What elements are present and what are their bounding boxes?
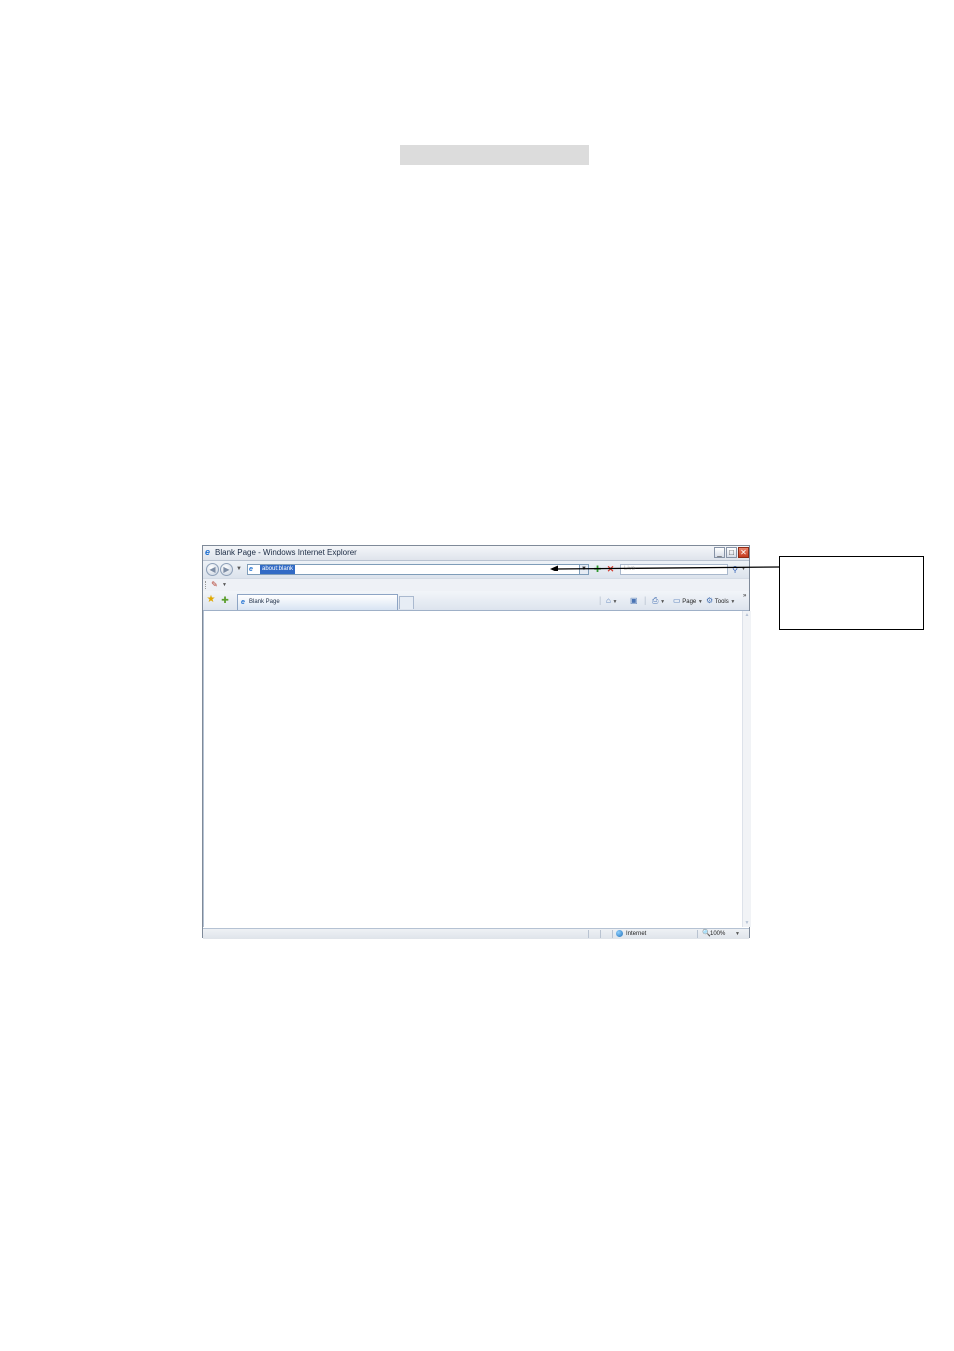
title-bar: e Blank Page - Windows Internet Explorer…: [203, 546, 749, 561]
page-content-area[interactable]: [203, 611, 742, 927]
page-menu-button[interactable]: ▭ Page ▼: [673, 595, 703, 608]
header-bar: [400, 145, 589, 165]
forward-button[interactable]: ▶: [220, 563, 233, 576]
more-commands-icon[interactable]: »: [743, 591, 746, 602]
maximize-icon[interactable]: □: [726, 547, 737, 558]
toolbar-separator: |: [599, 595, 602, 605]
add-favorites-icon[interactable]: ✚: [220, 595, 230, 605]
page-icon: ▭: [673, 596, 681, 605]
toolbar-separator: |: [644, 595, 647, 605]
status-panel-divider: [697, 930, 698, 938]
callout-box: [779, 556, 924, 630]
window-title: Blank Page - Windows Internet Explorer: [215, 548, 357, 557]
status-panel-divider: [588, 930, 589, 938]
page-menu-dropdown-icon: ▼: [697, 599, 703, 605]
zoom-level[interactable]: 100%: [710, 929, 725, 939]
feeds-icon: ▣: [630, 596, 638, 605]
print-icon: ⎙: [652, 596, 659, 605]
favorites-star-icon[interactable]: ★: [206, 595, 216, 605]
tools-menu-dropdown-icon: ▼: [730, 599, 736, 605]
status-panel-divider: [612, 930, 613, 938]
new-tab-button[interactable]: [399, 596, 414, 609]
toolbar-grip[interactable]: [205, 581, 208, 589]
addon-dropdown-icon[interactable]: ▼: [222, 582, 227, 588]
scroll-down-icon[interactable]: ▼: [743, 919, 751, 927]
gear-icon: ⚙: [706, 596, 714, 605]
address-bar[interactable]: e about:blank: [247, 564, 589, 575]
minimize-icon[interactable]: _: [714, 547, 725, 558]
print-button[interactable]: ⎙ ▼: [652, 595, 665, 608]
close-icon[interactable]: ✕: [738, 547, 749, 558]
tools-menu-button[interactable]: ⚙ Tools ▼: [706, 595, 735, 608]
page-menu-label: Page: [682, 599, 697, 605]
tab-page-icon: e: [241, 599, 245, 606]
internet-zone-icon: [616, 930, 623, 937]
ie-logo-icon: e: [205, 547, 211, 557]
addon-icon[interactable]: ✎: [210, 580, 219, 589]
page-icon: e: [249, 566, 253, 573]
feeds-button[interactable]: ▣: [630, 595, 638, 608]
back-button[interactable]: ◀: [206, 563, 219, 576]
address-input[interactable]: about:blank: [260, 565, 296, 574]
recent-pages-dropdown-icon[interactable]: ▼: [236, 566, 242, 572]
home-dropdown-icon[interactable]: ▼: [613, 599, 618, 605]
tab-bar: ★ ✚ e Blank Page | ⌂ ▼ ▣ | ⎙ ▼ ▭ Page ▼ …: [203, 591, 749, 611]
status-bar: Internet 🔍 100% ▼: [203, 928, 749, 939]
callout-arrow: [550, 565, 779, 571]
ie-window: e Blank Page - Windows Internet Explorer…: [202, 545, 751, 939]
scroll-up-icon[interactable]: ▲: [743, 611, 751, 619]
print-dropdown-icon[interactable]: ▼: [660, 599, 665, 605]
tab-label: Blank Page: [249, 599, 280, 605]
home-button[interactable]: ⌂ ▼: [606, 595, 617, 608]
links-bar: ✎ ▼: [203, 578, 749, 591]
home-icon: ⌂: [606, 596, 611, 605]
tab-blank-page[interactable]: e Blank Page: [237, 594, 398, 610]
security-zone-label: Internet: [626, 931, 647, 937]
tools-menu-label: Tools: [714, 599, 729, 605]
vertical-scrollbar[interactable]: ▲ ▼: [742, 611, 751, 927]
status-panel-divider: [600, 930, 601, 938]
zoom-dropdown-icon[interactable]: ▼: [735, 929, 740, 939]
